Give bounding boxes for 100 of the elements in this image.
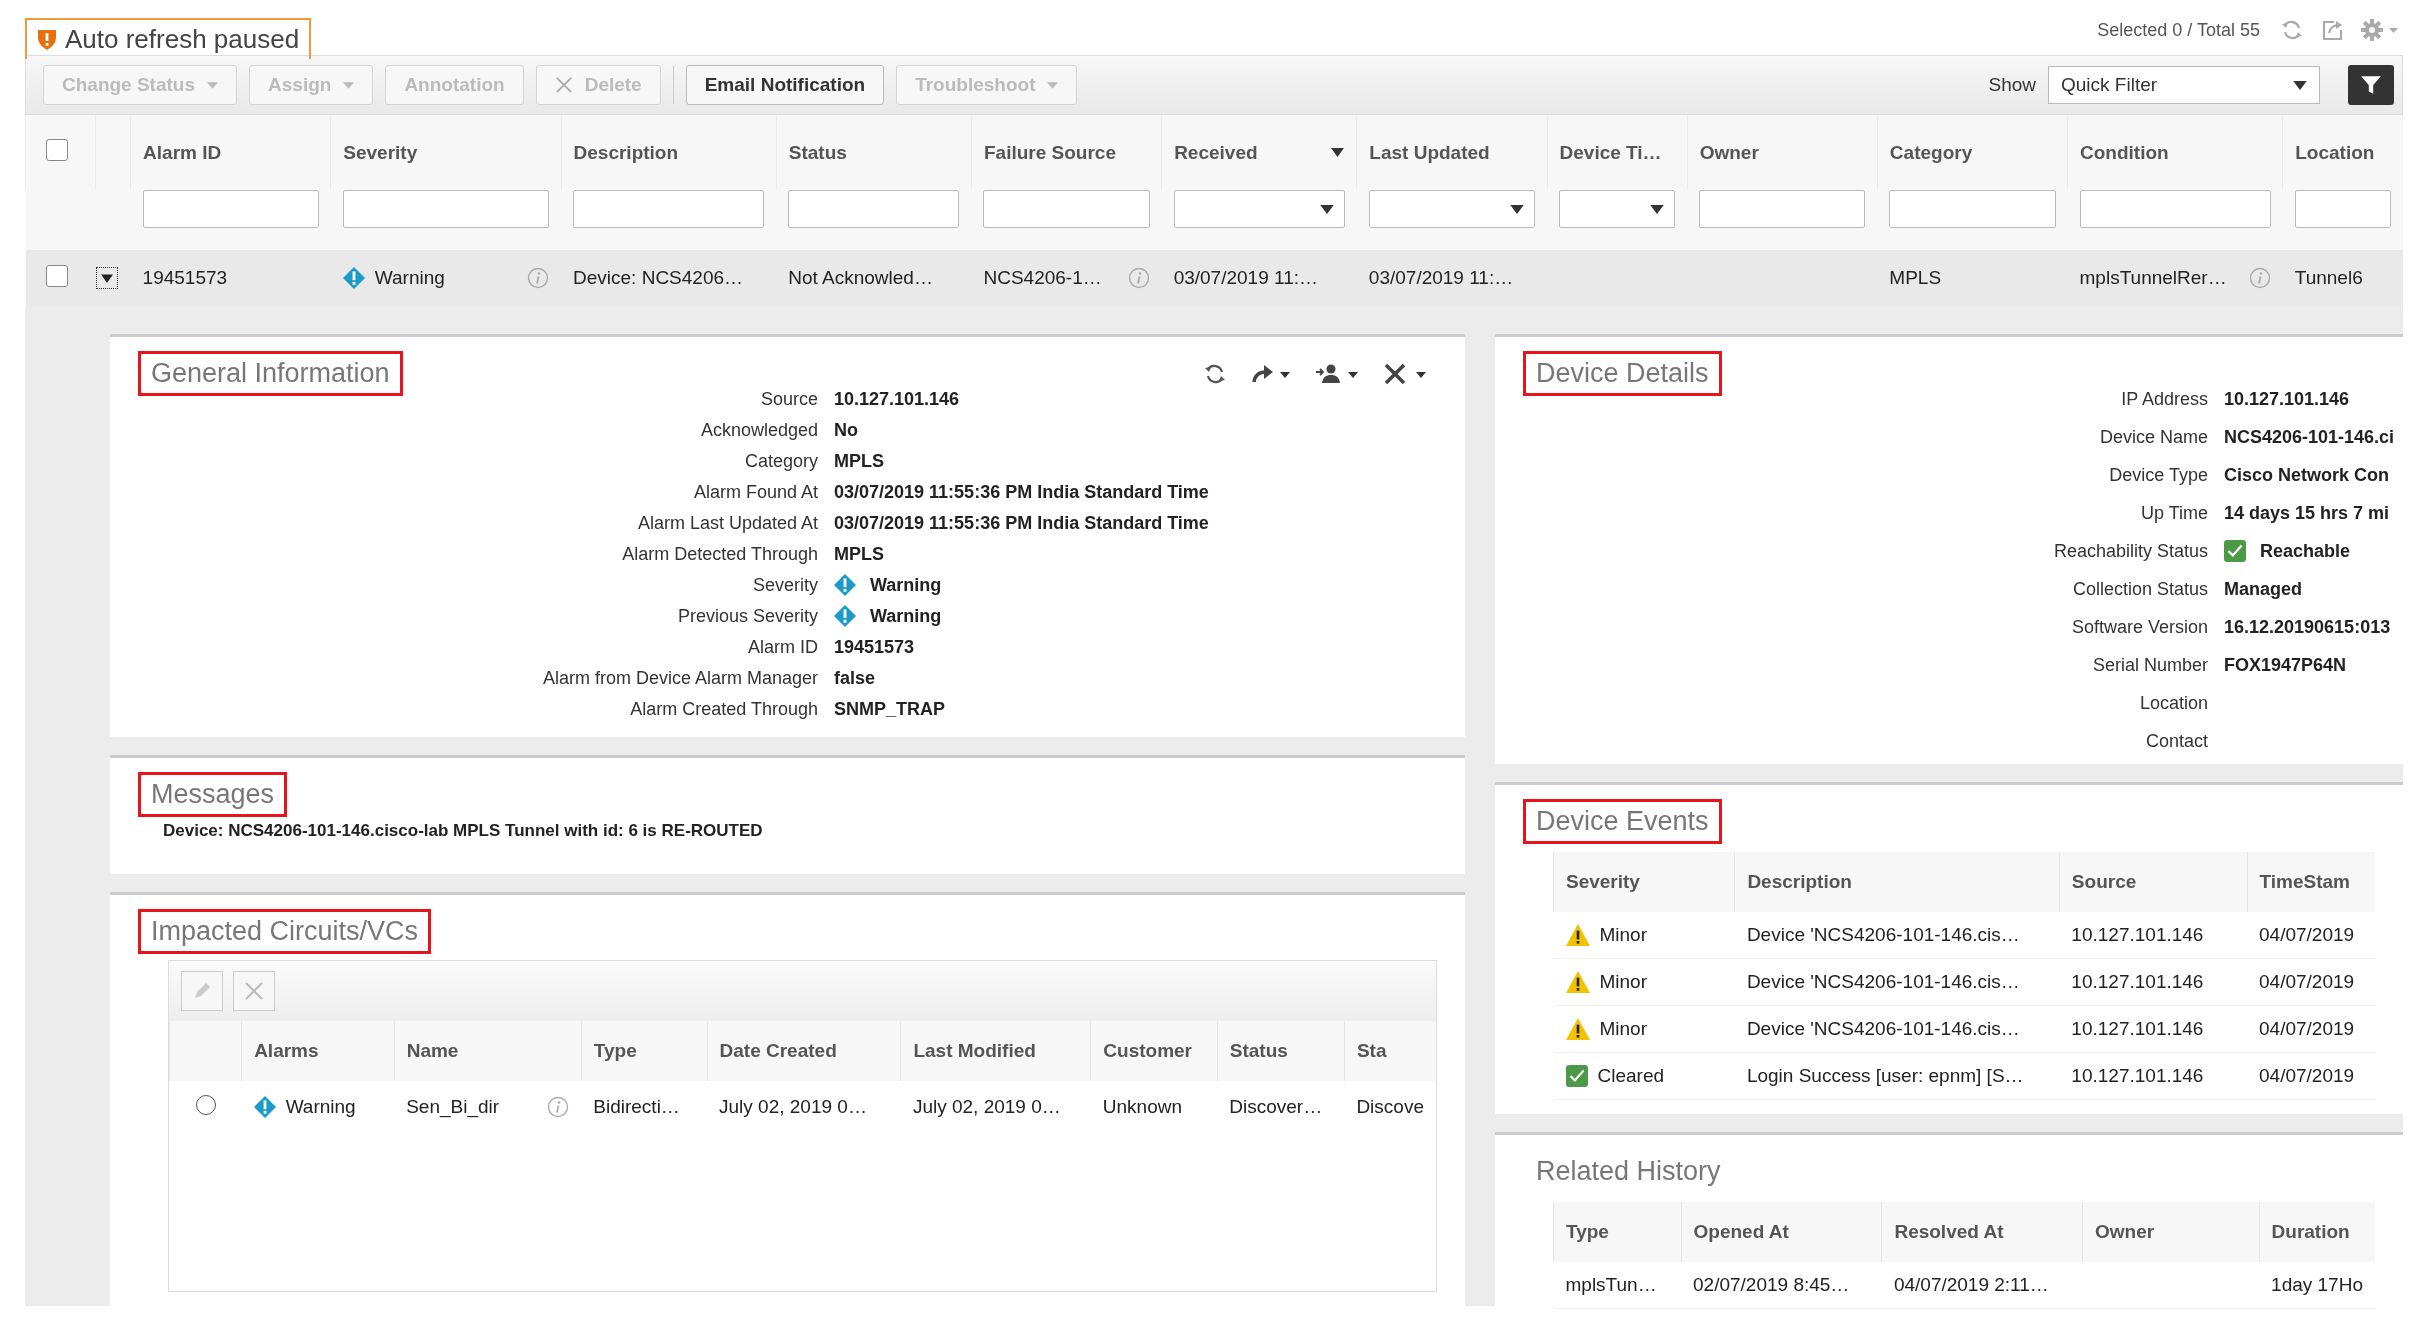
field-value: MPLS — [834, 543, 884, 565]
table-cell: 1day 17Ho — [2271, 1274, 2363, 1295]
delete-icon — [554, 76, 573, 94]
filter-input[interactable] — [342, 190, 550, 228]
field-label: Alarm Found At — [692, 481, 818, 503]
filter-input[interactable] — [2079, 190, 2271, 228]
field-label: Software Version — [2070, 616, 2208, 638]
filter-select[interactable] — [1368, 190, 1536, 228]
field-label: Device Type — [2108, 464, 2208, 486]
info-icon[interactable] — [547, 1096, 570, 1118]
row-checkbox[interactable] — [45, 264, 68, 287]
table-cell: Warning — [374, 267, 445, 289]
delete-button[interactable] — [233, 971, 275, 1011]
warning-diamond-icon — [342, 267, 365, 289]
expand-toggle[interactable] — [95, 267, 118, 289]
table-cell: Minor — [1599, 1018, 1647, 1040]
warning-triangle-icon — [1565, 924, 1590, 946]
column-header[interactable]: Severity — [1566, 871, 1640, 892]
close-icon — [244, 981, 264, 1001]
settings-icon[interactable] — [2360, 18, 2400, 42]
column-header[interactable]: Condition — [2080, 141, 2169, 164]
warning-diamond-icon — [834, 574, 856, 596]
field-label: Alarm Last Updated At — [636, 512, 818, 534]
info-icon[interactable] — [1127, 267, 1150, 289]
filter-select[interactable] — [1559, 190, 1676, 228]
toolbar-button[interactable]: Email Notification — [685, 65, 885, 105]
caret-icon — [1510, 204, 1525, 214]
field-label: Reachability Status — [2052, 540, 2208, 562]
column-header[interactable]: Status — [1229, 1040, 1288, 1061]
column-header[interactable]: Description — [1747, 871, 1852, 892]
column-header[interactable]: Type — [1566, 1221, 1609, 1242]
caret-icon — [2293, 80, 2307, 90]
column-header[interactable]: Source — [2071, 871, 2137, 892]
show-label: Show — [1988, 74, 2036, 96]
triangle-icon — [100, 272, 113, 284]
column-header[interactable]: Last Updated — [1369, 141, 1490, 164]
warning-diamond-icon — [834, 605, 856, 627]
info-icon[interactable] — [2248, 267, 2271, 289]
table-cell: MPLS — [1889, 267, 1942, 289]
panel-title: Device Events — [1523, 799, 1722, 844]
field-value: 03/07/2019 11:55:36 PM India Standard Time — [834, 481, 1209, 503]
column-header[interactable]: Resolved At — [1894, 1221, 2004, 1242]
table-cell: Minor — [1599, 971, 1647, 993]
caret-icon — [343, 81, 355, 89]
table-cell: Unknown — [1102, 1096, 1183, 1118]
column-header[interactable]: Owner — [1699, 141, 1759, 164]
field-value: Reachable — [2260, 540, 2351, 562]
export-icon[interactable] — [2320, 18, 2344, 42]
warning-diamond-icon — [253, 1096, 276, 1118]
field-value: Managed — [2224, 578, 2302, 600]
select-all-checkbox[interactable] — [46, 139, 68, 161]
column-header[interactable]: Sta — [1356, 1040, 1387, 1061]
field-value: 10.127.101.146 — [834, 388, 960, 410]
column-header[interactable]: Received — [1174, 141, 1258, 164]
filter-input[interactable] — [1889, 190, 2056, 228]
column-header[interactable]: Category — [1889, 141, 1973, 164]
edit-button[interactable] — [181, 971, 223, 1011]
filter-button[interactable] — [2348, 65, 2394, 105]
table-cell: 10.127.101.146 — [2071, 924, 2204, 946]
filter-input[interactable] — [573, 190, 765, 228]
filter-input[interactable] — [142, 190, 319, 228]
filter-select[interactable] — [1173, 190, 1345, 228]
table-cell: Not Acknowled… — [788, 267, 933, 289]
field-label: Alarm Created Through — [629, 698, 818, 720]
info-icon[interactable] — [527, 267, 550, 289]
filter-icon — [2360, 74, 2382, 96]
column-header[interactable]: Severity — [343, 141, 418, 164]
column-header[interactable]: Alarm ID — [143, 141, 222, 164]
table-cell: Login Success [user: epnm] [S… — [1746, 1065, 2024, 1087]
field-label: Alarm ID — [747, 636, 818, 658]
field-label: Alarm from Device Alarm Manager — [541, 667, 818, 689]
field-label: Alarm Detected Through — [621, 543, 818, 565]
filter-input[interactable] — [983, 190, 1150, 228]
field-value: SNMP_TRAP — [834, 698, 945, 720]
column-header[interactable]: Name — [406, 1040, 459, 1061]
field-label: Previous Severity — [676, 605, 818, 627]
quick-filter-select[interactable]: Quick Filter — [2048, 66, 2320, 104]
filter-input[interactable] — [2294, 190, 2391, 228]
filter-input[interactable] — [788, 190, 960, 228]
filter-input[interactable] — [1699, 190, 1866, 228]
selection-summary: Selected 0 / Total 55 — [2097, 19, 2260, 41]
warning-shield-icon — [37, 28, 57, 51]
column-header[interactable]: Alarms — [254, 1040, 319, 1061]
field-value: FOX1947P64N — [2224, 654, 2347, 676]
column-header[interactable]: Status — [788, 141, 847, 164]
table-cell: 04/07/2019 — [2259, 971, 2355, 993]
table-cell: 03/07/2019 11:… — [1173, 267, 1318, 289]
table-cell: Device 'NCS4206-101-146.cis… — [1746, 924, 2020, 946]
column-header[interactable]: Description — [573, 141, 679, 164]
table-cell: Tunnel6 — [2294, 267, 2363, 289]
column-header[interactable]: Type — [593, 1040, 637, 1061]
pencil-icon — [192, 981, 212, 1001]
sort-icon[interactable] — [1331, 148, 1345, 157]
column-header[interactable]: Opened At — [1693, 1221, 1789, 1242]
column-header[interactable]: Owner — [2095, 1221, 2155, 1242]
table-cell: mplsTunnelRer… — [2079, 267, 2227, 289]
table-cell: NCS4206-1… — [983, 267, 1102, 289]
tools-icon[interactable] — [1383, 361, 1427, 386]
field-label: IP Address — [2120, 388, 2208, 410]
field-value: 03/07/2019 11:55:36 PM India Standard Time — [834, 512, 1209, 534]
